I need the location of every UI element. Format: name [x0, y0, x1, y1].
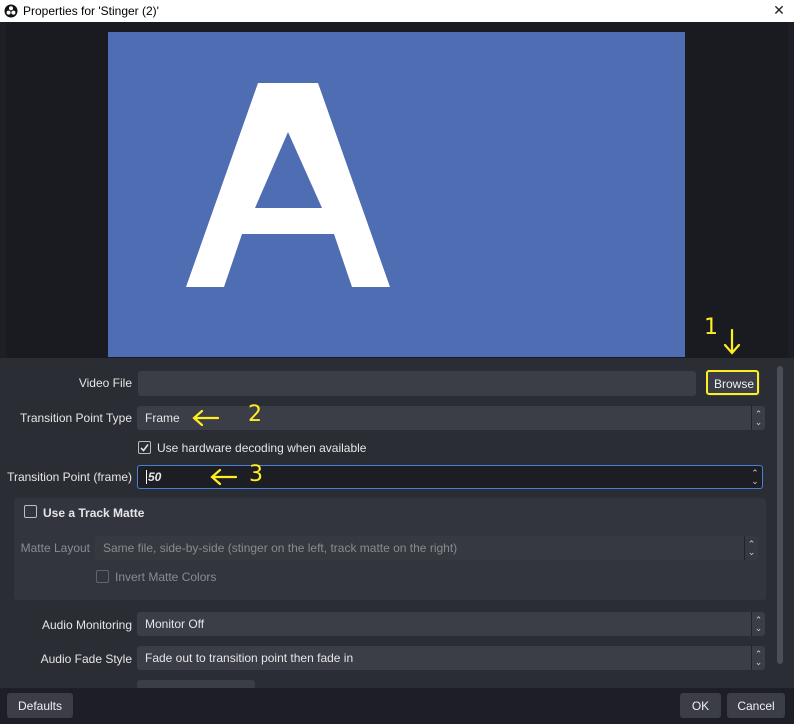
audio-monitoring-select[interactable]: Monitor Off ⌃ ⌄: [137, 612, 765, 636]
obs-icon: [4, 4, 18, 18]
window-title: Properties for 'Stinger (2)': [23, 4, 159, 18]
annotation-number-3: 3: [249, 462, 263, 487]
ok-button[interactable]: OK: [680, 693, 721, 718]
defaults-button[interactable]: Defaults: [7, 693, 73, 718]
browse-highlight-box: [706, 370, 759, 395]
video-file-label: Video File: [78, 376, 132, 390]
annotation-down-arrow-icon: [723, 328, 741, 355]
preview-image: [108, 32, 685, 357]
audio-monitoring-label: Audio Monitoring: [41, 618, 132, 632]
audio-fade-style-select[interactable]: Fade out to transition point then fade i…: [137, 646, 765, 670]
track-matte-checkbox[interactable]: [24, 505, 37, 518]
transition-point-type-select[interactable]: Frame ⌃ ⌄: [137, 406, 765, 430]
annotation-left-arrow-icon-3: [210, 468, 238, 486]
matte-layout-label: Matte Layout: [20, 541, 90, 555]
chevron-updown-icon: ⌃ ⌄: [751, 646, 765, 670]
cancel-button[interactable]: Cancel: [727, 693, 785, 718]
hardware-decoding-label: Use hardware decoding when available: [157, 441, 367, 455]
scrollbar-thumb[interactable]: [777, 366, 783, 664]
matte-layout-select[interactable]: Same file, side-by-side (stinger on the …: [95, 536, 758, 560]
matte-layout-value: Same file, side-by-side (stinger on the …: [103, 541, 458, 555]
letter-a-graphic: [186, 83, 390, 287]
track-matte-label: Use a Track Matte: [43, 506, 145, 520]
transition-point-frame-label: Transition Point (frame): [7, 470, 132, 484]
transition-point-type-value: Frame: [145, 411, 180, 425]
spin-arrows-icon[interactable]: ⌃ ⌄: [748, 466, 762, 488]
audio-fade-style-value: Fade out to transition point then fade i…: [145, 651, 354, 665]
chevron-updown-icon: ⌃ ⌄: [744, 536, 758, 560]
chevron-updown-icon: ⌃ ⌄: [751, 406, 765, 430]
annotation-left-arrow-icon-2: [192, 409, 220, 427]
title-bar: Properties for 'Stinger (2)' ✕: [0, 0, 794, 22]
invert-matte-label: Invert Matte Colors: [115, 570, 217, 584]
transition-point-type-label: Transition Point Type: [19, 411, 132, 425]
hardware-decoding-checkbox[interactable]: [138, 441, 151, 454]
bottom-bar: [0, 688, 794, 724]
annotation-number-1: 1: [704, 315, 718, 340]
audio-fade-style-label: Audio Fade Style: [40, 652, 132, 666]
checkmark-icon: [140, 444, 149, 452]
partial-field: [137, 680, 255, 688]
audio-monitoring-value: Monitor Off: [145, 617, 205, 631]
annotation-number-2: 2: [248, 402, 262, 427]
text-cursor: [146, 470, 147, 484]
close-icon[interactable]: ✕: [770, 1, 788, 19]
video-file-input[interactable]: [138, 371, 696, 396]
chevron-updown-icon: ⌃ ⌄: [751, 612, 765, 636]
invert-matte-checkbox[interactable]: [96, 570, 109, 583]
transition-point-frame-value: 50: [148, 470, 162, 484]
